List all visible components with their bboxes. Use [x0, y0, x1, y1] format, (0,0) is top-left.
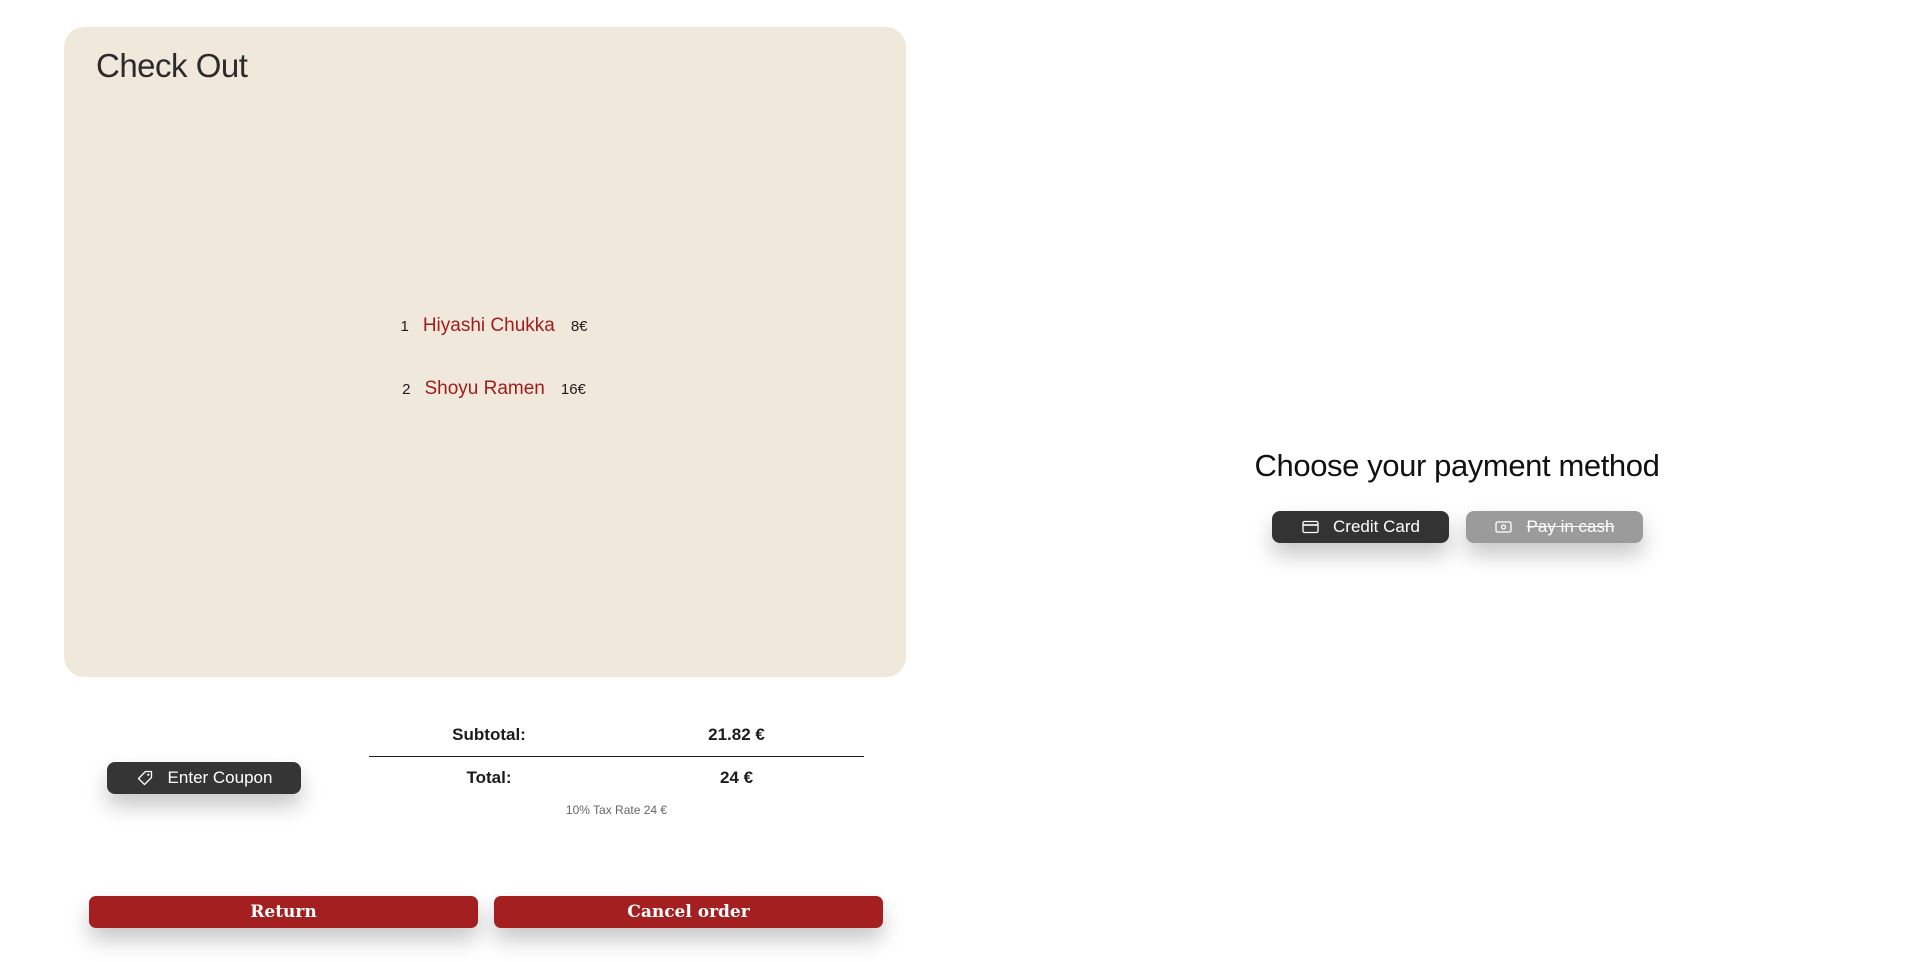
tag-icon	[136, 769, 154, 787]
checkout-page: Check Out 1 Hiyashi Chukka 8€ 2 Shoyu Ra…	[0, 0, 1918, 962]
item-price: 16€	[560, 380, 586, 398]
cancel-order-button[interactable]: Cancel order	[494, 896, 883, 928]
totals-divider	[369, 756, 864, 757]
subtotal-row: Subtotal: 21.82 €	[369, 720, 864, 750]
total-row: Total: 24 €	[369, 763, 864, 793]
enter-coupon-button[interactable]: Enter Coupon	[107, 762, 301, 794]
item-quantity: 1	[400, 317, 409, 335]
tax-note: 10% Tax Rate 24 €	[565, 803, 668, 817]
total-value: 24 €	[719, 768, 754, 787]
order-summary-card: Check Out 1 Hiyashi Chukka 8€ 2 Shoyu Ra…	[64, 27, 906, 677]
subtotal-value: 21.82 €	[708, 725, 765, 744]
pay-in-cash-button[interactable]: Pay in cash	[1466, 511, 1643, 543]
order-list: 1 Hiyashi Chukka 8€ 2 Shoyu Ramen 16€	[64, 311, 906, 437]
total-label: Total:	[466, 768, 512, 787]
credit-card-label: Credit Card	[1333, 517, 1420, 536]
item-price: 8€	[570, 317, 588, 335]
item-name: Shoyu Ramen	[424, 378, 545, 399]
list-item: 1 Hiyashi Chukka 8€	[64, 311, 906, 341]
item-name: Hiyashi Chukka	[422, 315, 555, 336]
page-title: Check Out	[96, 47, 248, 84]
credit-card-button[interactable]: Credit Card	[1272, 511, 1449, 543]
item-quantity: 2	[402, 380, 411, 398]
subtotal-label: Subtotal:	[452, 725, 526, 744]
totals-summary: Subtotal: 21.82 € Total: 24 € 10% Tax Ra…	[369, 720, 864, 817]
credit-card-icon	[1301, 518, 1319, 536]
enter-coupon-label: Enter Coupon	[167, 768, 273, 787]
return-button[interactable]: Return	[89, 896, 478, 928]
payment-method-title: Choose your payment method	[1254, 448, 1660, 483]
pay-in-cash-label: Pay in cash	[1526, 517, 1615, 536]
list-item: 2 Shoyu Ramen 16€	[64, 374, 906, 404]
cash-icon	[1495, 518, 1513, 536]
